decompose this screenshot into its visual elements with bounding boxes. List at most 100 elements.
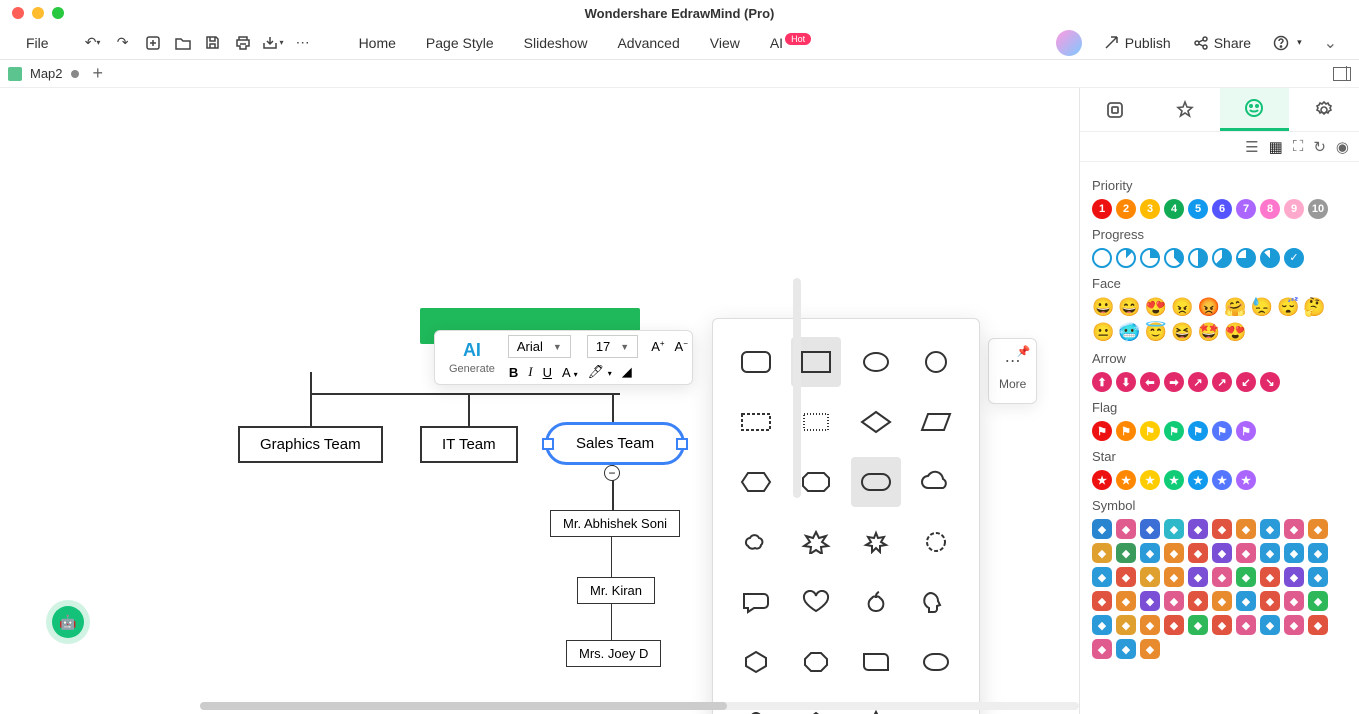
library-icon[interactable]: ★ <box>1164 470 1184 490</box>
refresh-icon[interactable]: ↻ <box>1313 138 1326 156</box>
member-node-2[interactable]: Mr. Kiran <box>577 577 655 604</box>
clear-format-button[interactable]: ◢ <box>622 364 632 380</box>
shape-blob[interactable] <box>911 637 961 687</box>
save-button[interactable] <box>201 31 225 55</box>
library-icon[interactable] <box>1140 248 1160 268</box>
library-icon[interactable]: ◆ <box>1284 591 1304 611</box>
library-icon[interactable]: ◆ <box>1188 591 1208 611</box>
library-icon[interactable]: ⚑ <box>1140 421 1160 441</box>
panel-tab-clipart[interactable] <box>1289 88 1359 131</box>
panel-tab-outline[interactable] <box>1080 88 1150 131</box>
shape-stadium[interactable] <box>851 457 901 507</box>
user-avatar[interactable] <box>1056 30 1082 56</box>
new-button[interactable] <box>141 31 165 55</box>
team-node-it[interactable]: IT Team <box>420 426 518 463</box>
library-icon[interactable]: 4 <box>1164 199 1184 219</box>
shape-dashed-rect[interactable] <box>731 397 781 447</box>
canvas-horizontal-scrollbar[interactable] <box>200 702 1079 710</box>
shape-ellipse[interactable] <box>851 337 901 387</box>
face-icon[interactable]: 😐 <box>1092 322 1114 343</box>
library-icon[interactable]: ◆ <box>1140 615 1160 635</box>
library-icon[interactable]: ◆ <box>1092 615 1112 635</box>
library-icon[interactable]: ◆ <box>1164 543 1184 563</box>
library-icon[interactable]: ◆ <box>1092 567 1112 587</box>
library-icon[interactable] <box>1092 248 1112 268</box>
member-node-1[interactable]: Mr. Abhishek Soni <box>550 510 680 537</box>
library-icon[interactable]: ◆ <box>1308 591 1328 611</box>
library-icon[interactable]: ★ <box>1212 470 1232 490</box>
library-icon[interactable]: ◆ <box>1284 519 1304 539</box>
shape-apple[interactable] <box>851 577 901 627</box>
menu-ai[interactable]: AIHot <box>758 31 823 55</box>
font-shrink-button[interactable]: A− <box>675 339 688 354</box>
library-icon[interactable]: ⚑ <box>1188 421 1208 441</box>
library-icon[interactable]: ◆ <box>1140 567 1160 587</box>
face-icon[interactable]: 😍 <box>1145 297 1167 318</box>
library-icon[interactable]: ⚑ <box>1212 421 1232 441</box>
font-family-select[interactable]: Arial▼ <box>508 335 571 358</box>
shape-heart[interactable] <box>791 577 841 627</box>
library-icon[interactable]: ⚑ <box>1092 421 1112 441</box>
library-icon[interactable]: ◆ <box>1236 567 1256 587</box>
expand-view-icon[interactable]: ⛶ <box>1293 138 1304 155</box>
collapse-ribbon-button[interactable]: ⌄ <box>1316 29 1345 57</box>
library-icon[interactable]: 9 <box>1284 199 1304 219</box>
face-icon[interactable]: 😄 <box>1118 297 1140 318</box>
library-icon[interactable] <box>1164 248 1184 268</box>
library-icon[interactable]: 5 <box>1188 199 1208 219</box>
library-icon[interactable]: ◆ <box>1116 519 1136 539</box>
library-icon[interactable]: ★ <box>1236 470 1256 490</box>
library-icon[interactable]: ◆ <box>1260 615 1280 635</box>
library-icon[interactable]: 3 <box>1140 199 1160 219</box>
open-button[interactable] <box>171 31 195 55</box>
list-view-icon[interactable]: ☰ <box>1245 138 1258 156</box>
shape-hexagon2[interactable] <box>731 637 781 687</box>
library-icon[interactable]: ◆ <box>1188 567 1208 587</box>
undo-button[interactable]: ↶▾ <box>81 31 105 55</box>
library-icon[interactable]: ★ <box>1116 470 1136 490</box>
library-icon[interactable]: ◆ <box>1260 591 1280 611</box>
face-icon[interactable]: 😍 <box>1224 322 1246 343</box>
library-icon[interactable]: ◆ <box>1140 519 1160 539</box>
library-icon[interactable]: ◆ <box>1284 615 1304 635</box>
underline-button[interactable]: U <box>543 365 552 380</box>
library-icon[interactable]: ◆ <box>1260 543 1280 563</box>
face-icon[interactable]: 😇 <box>1145 322 1167 343</box>
face-icon[interactable]: 😡 <box>1198 297 1220 318</box>
visibility-icon[interactable]: ◉ <box>1336 138 1349 156</box>
team-node-graphics[interactable]: Graphics Team <box>238 426 383 463</box>
library-icon[interactable]: ◆ <box>1188 615 1208 635</box>
shape-burst2[interactable] <box>851 517 901 567</box>
library-icon[interactable]: ◆ <box>1092 519 1112 539</box>
library-icon[interactable]: ◆ <box>1116 591 1136 611</box>
library-icon[interactable]: ◆ <box>1116 615 1136 635</box>
menu-slideshow[interactable]: Slideshow <box>512 31 600 55</box>
face-icon[interactable]: 😠 <box>1171 297 1193 318</box>
library-icon[interactable]: ◆ <box>1212 567 1232 587</box>
library-icon[interactable]: ◆ <box>1140 639 1160 659</box>
highlight-button[interactable]: 🖊 ▾ <box>588 364 612 380</box>
library-icon[interactable]: ◆ <box>1212 591 1232 611</box>
face-icon[interactable]: 😓 <box>1251 297 1273 318</box>
font-grow-button[interactable]: A+ <box>651 339 664 354</box>
shape-speech[interactable] <box>731 577 781 627</box>
tab-map2[interactable]: Map2 <box>8 66 79 81</box>
face-icon[interactable]: 🥶 <box>1118 322 1140 343</box>
library-icon[interactable]: ◆ <box>1236 591 1256 611</box>
library-icon[interactable]: ◆ <box>1260 519 1280 539</box>
library-icon[interactable]: ◆ <box>1140 543 1160 563</box>
team-node-sales[interactable]: Sales Team <box>545 422 685 465</box>
library-icon[interactable]: ◆ <box>1140 591 1160 611</box>
library-icon[interactable]: ◆ <box>1188 543 1208 563</box>
add-tab-button[interactable]: + <box>93 63 104 84</box>
library-icon[interactable]: ◆ <box>1116 543 1136 563</box>
shape-thought[interactable] <box>731 517 781 567</box>
library-icon[interactable]: ↗ <box>1188 372 1208 392</box>
library-icon[interactable]: ⬅ <box>1140 372 1160 392</box>
library-icon[interactable]: ◆ <box>1236 543 1256 563</box>
canvas[interactable]: Graphics Team IT Team Sales Team − Mr. A… <box>0 88 1079 714</box>
chatbot-button[interactable]: 🤖 <box>52 606 84 638</box>
font-size-select[interactable]: 17▼ <box>587 335 638 358</box>
shape-head[interactable] <box>911 577 961 627</box>
print-button[interactable] <box>231 31 255 55</box>
